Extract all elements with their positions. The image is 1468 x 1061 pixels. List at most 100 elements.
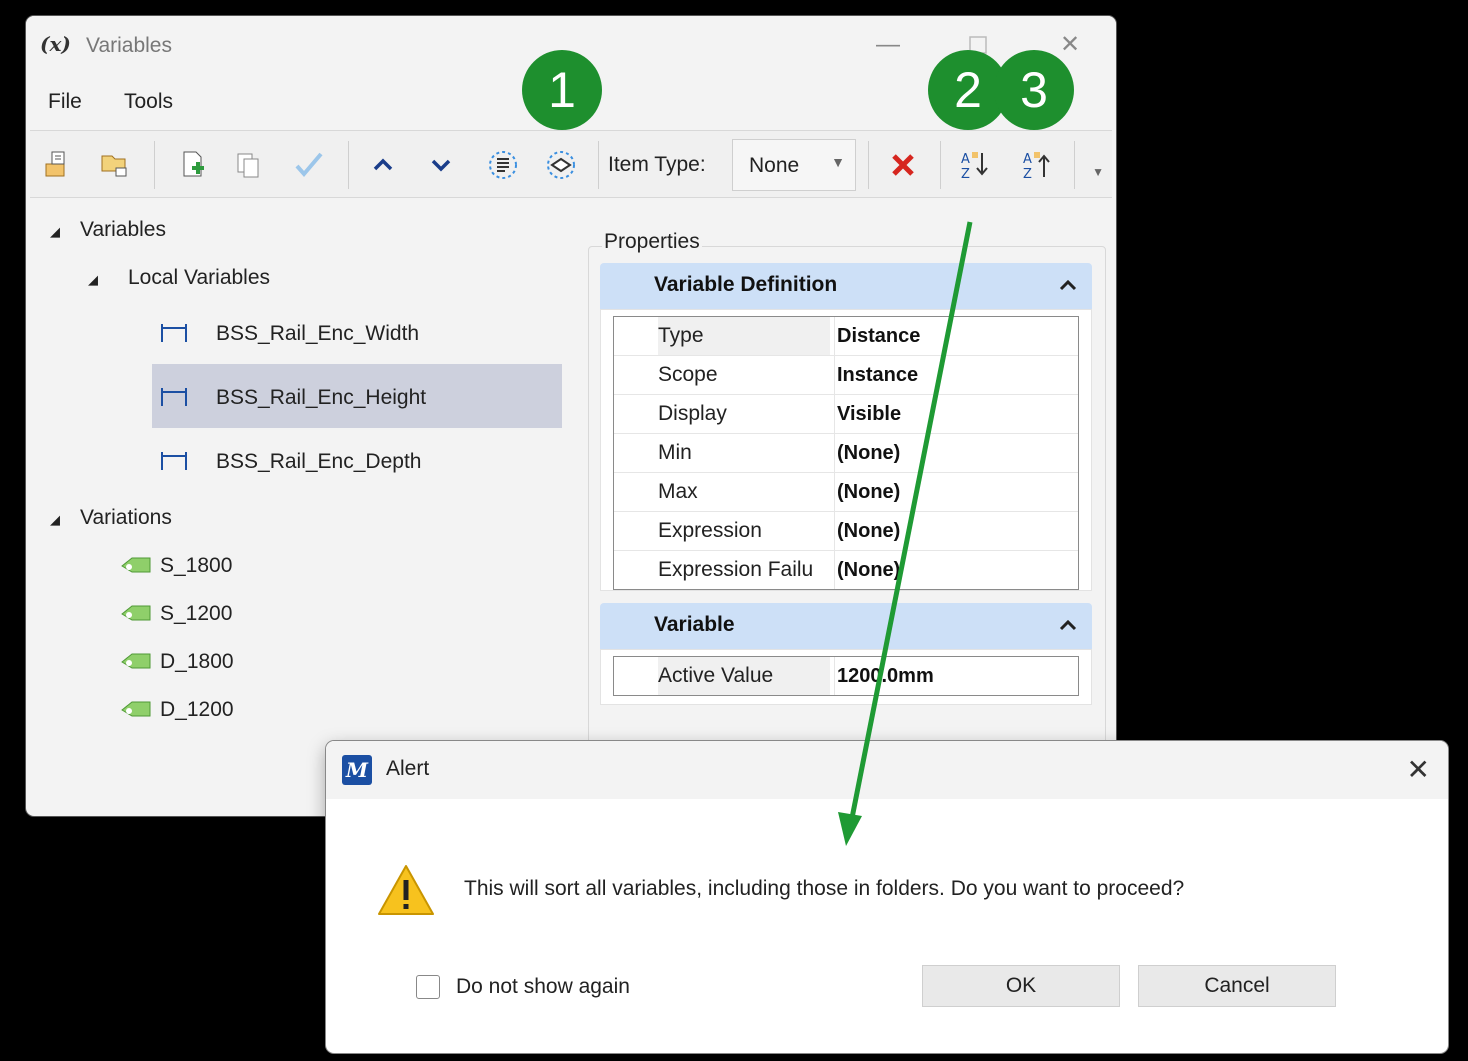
toolbar-separator xyxy=(348,141,349,189)
property-value: (None) xyxy=(834,512,900,550)
property-row[interactable]: Expression (None) xyxy=(614,512,1078,551)
section-title: Variable Definition xyxy=(654,273,838,296)
alert-title-bar: M Alert ✕ xyxy=(326,741,1448,799)
toolbar-separator xyxy=(1074,141,1075,189)
variation-icon xyxy=(121,557,151,573)
property-key: Expression xyxy=(658,512,830,550)
variable-body: Active Value 1200.0mm xyxy=(600,649,1092,705)
do-not-show-label[interactable]: Do not show again xyxy=(456,975,630,999)
toolbar-separator xyxy=(940,141,941,189)
property-row[interactable]: Expression Failu (None) xyxy=(614,551,1078,589)
property-key: Scope xyxy=(658,356,830,394)
tree-item-variation[interactable]: D_1200 xyxy=(160,698,234,722)
alert-message: This will sort all variables, including … xyxy=(464,877,1185,900)
variable-definition-header[interactable]: Variable Definition xyxy=(600,263,1092,309)
property-key: Type xyxy=(658,317,830,355)
tree-local-variables[interactable]: Local Variables xyxy=(128,266,270,290)
svg-text:A: A xyxy=(961,152,970,167)
variables-window: (x) Variables — ✕ File Tools Item Type: … xyxy=(26,16,1116,816)
variable-definition-body: Type Distance Scope Instance Display Visibl… xyxy=(600,309,1092,591)
tree-item-variation[interactable]: S_1200 xyxy=(160,602,232,626)
svg-text:Z: Z xyxy=(961,167,970,182)
property-key: Min xyxy=(658,434,830,472)
distance-variable-icon xyxy=(161,452,187,470)
toolbar-overflow-icon[interactable]: ▼ xyxy=(1092,165,1104,179)
new-folder-icon[interactable] xyxy=(40,148,74,182)
sort-descending-icon[interactable]: A Z xyxy=(1020,148,1054,182)
expand-triangle-icon[interactable]: ◢ xyxy=(88,272,98,288)
window-title: Variables xyxy=(86,34,172,57)
variable-header[interactable]: Variable xyxy=(600,603,1092,649)
distance-variable-icon xyxy=(161,324,187,342)
ok-button[interactable]: OK xyxy=(922,965,1120,1007)
property-key: Display xyxy=(658,395,830,433)
delete-icon[interactable] xyxy=(886,148,920,182)
callout-badge-3: 3 xyxy=(994,50,1074,130)
svg-text:A: A xyxy=(1023,152,1032,167)
minimize-button[interactable]: — xyxy=(868,28,908,62)
menu-tools[interactable]: Tools xyxy=(124,90,173,114)
warning-icon xyxy=(378,865,434,915)
property-value: (None) xyxy=(834,434,900,472)
alert-title: Alert xyxy=(386,757,430,780)
expand-triangle-icon[interactable]: ◢ xyxy=(50,224,60,240)
property-value: Visible xyxy=(834,395,901,433)
tree-item-variation[interactable]: D_1800 xyxy=(160,650,234,674)
property-value: (None) xyxy=(834,551,900,589)
variable-grid: Active Value 1200.0mm xyxy=(613,656,1079,696)
toolbar-separator xyxy=(868,141,869,189)
callout-badge-1: 1 xyxy=(522,50,602,130)
check-icon[interactable] xyxy=(292,148,326,182)
tree-item-variation[interactable]: S_1800 xyxy=(160,554,232,578)
toolbar: Item Type: None ▼ A Z A Z ▼ xyxy=(30,130,1112,198)
property-row[interactable]: Type Distance xyxy=(614,317,1078,356)
definition-grid: Type Distance Scope Instance Display Visibl… xyxy=(613,316,1079,590)
shape-icon[interactable] xyxy=(544,148,578,182)
property-row[interactable]: Display Visible xyxy=(614,395,1078,434)
collapse-chevron-icon[interactable] xyxy=(1058,615,1078,635)
microstation-logo-icon: M xyxy=(342,755,372,785)
property-value: Instance xyxy=(834,356,918,394)
toolbar-separator xyxy=(154,141,155,189)
variation-icon xyxy=(121,653,151,669)
property-value: (None) xyxy=(834,473,900,511)
property-key: Expression Failu xyxy=(658,551,830,589)
alert-close-button[interactable]: ✕ xyxy=(1407,753,1430,786)
collapse-chevron-icon[interactable] xyxy=(1058,275,1078,295)
sort-ascending-icon[interactable]: A Z xyxy=(958,148,992,182)
item-type-dropdown[interactable]: None ▼ xyxy=(732,139,856,191)
svg-text:Z: Z xyxy=(1023,167,1032,182)
do-not-show-checkbox[interactable] xyxy=(416,975,440,999)
toolbar-separator xyxy=(598,141,599,189)
tree-item-variable[interactable]: BSS_Rail_Enc_Height xyxy=(216,386,426,410)
tree-root-variables[interactable]: Variables xyxy=(80,218,166,242)
move-down-icon[interactable] xyxy=(424,148,458,182)
list-icon[interactable] xyxy=(486,148,520,182)
new-variable-icon[interactable] xyxy=(98,148,132,182)
expand-triangle-icon[interactable]: ◢ xyxy=(50,512,60,528)
distance-variable-icon xyxy=(161,388,187,406)
property-value: Distance xyxy=(834,317,920,355)
move-up-icon[interactable] xyxy=(366,148,400,182)
variation-icon xyxy=(121,605,151,621)
alert-dialog: M Alert ✕ This will sort all variables, … xyxy=(326,741,1448,1053)
tree-item-variable[interactable]: BSS_Rail_Enc_Depth xyxy=(216,450,421,474)
item-type-label: Item Type: xyxy=(608,153,706,176)
menu-file[interactable]: File xyxy=(48,90,82,114)
property-row[interactable]: Scope Instance xyxy=(614,356,1078,395)
section-title: Variable xyxy=(654,613,735,636)
tree-item-variable[interactable]: BSS_Rail_Enc_Width xyxy=(216,322,419,346)
property-row[interactable]: Max (None) xyxy=(614,473,1078,512)
dropdown-caret-icon: ▼ xyxy=(831,154,845,170)
item-type-value: None xyxy=(749,154,800,177)
cancel-button[interactable]: Cancel xyxy=(1138,965,1336,1007)
variation-icon xyxy=(121,701,151,717)
add-icon[interactable] xyxy=(176,148,210,182)
properties-label: Properties xyxy=(602,230,702,254)
copy-icon[interactable] xyxy=(232,148,266,182)
variables-app-icon: (x) xyxy=(40,32,71,56)
tree-root-variations[interactable]: Variations xyxy=(80,506,172,530)
property-key: Max xyxy=(658,473,830,511)
property-row[interactable]: Min (None) xyxy=(614,434,1078,473)
property-row[interactable]: Active Value 1200.0mm xyxy=(614,657,1078,695)
